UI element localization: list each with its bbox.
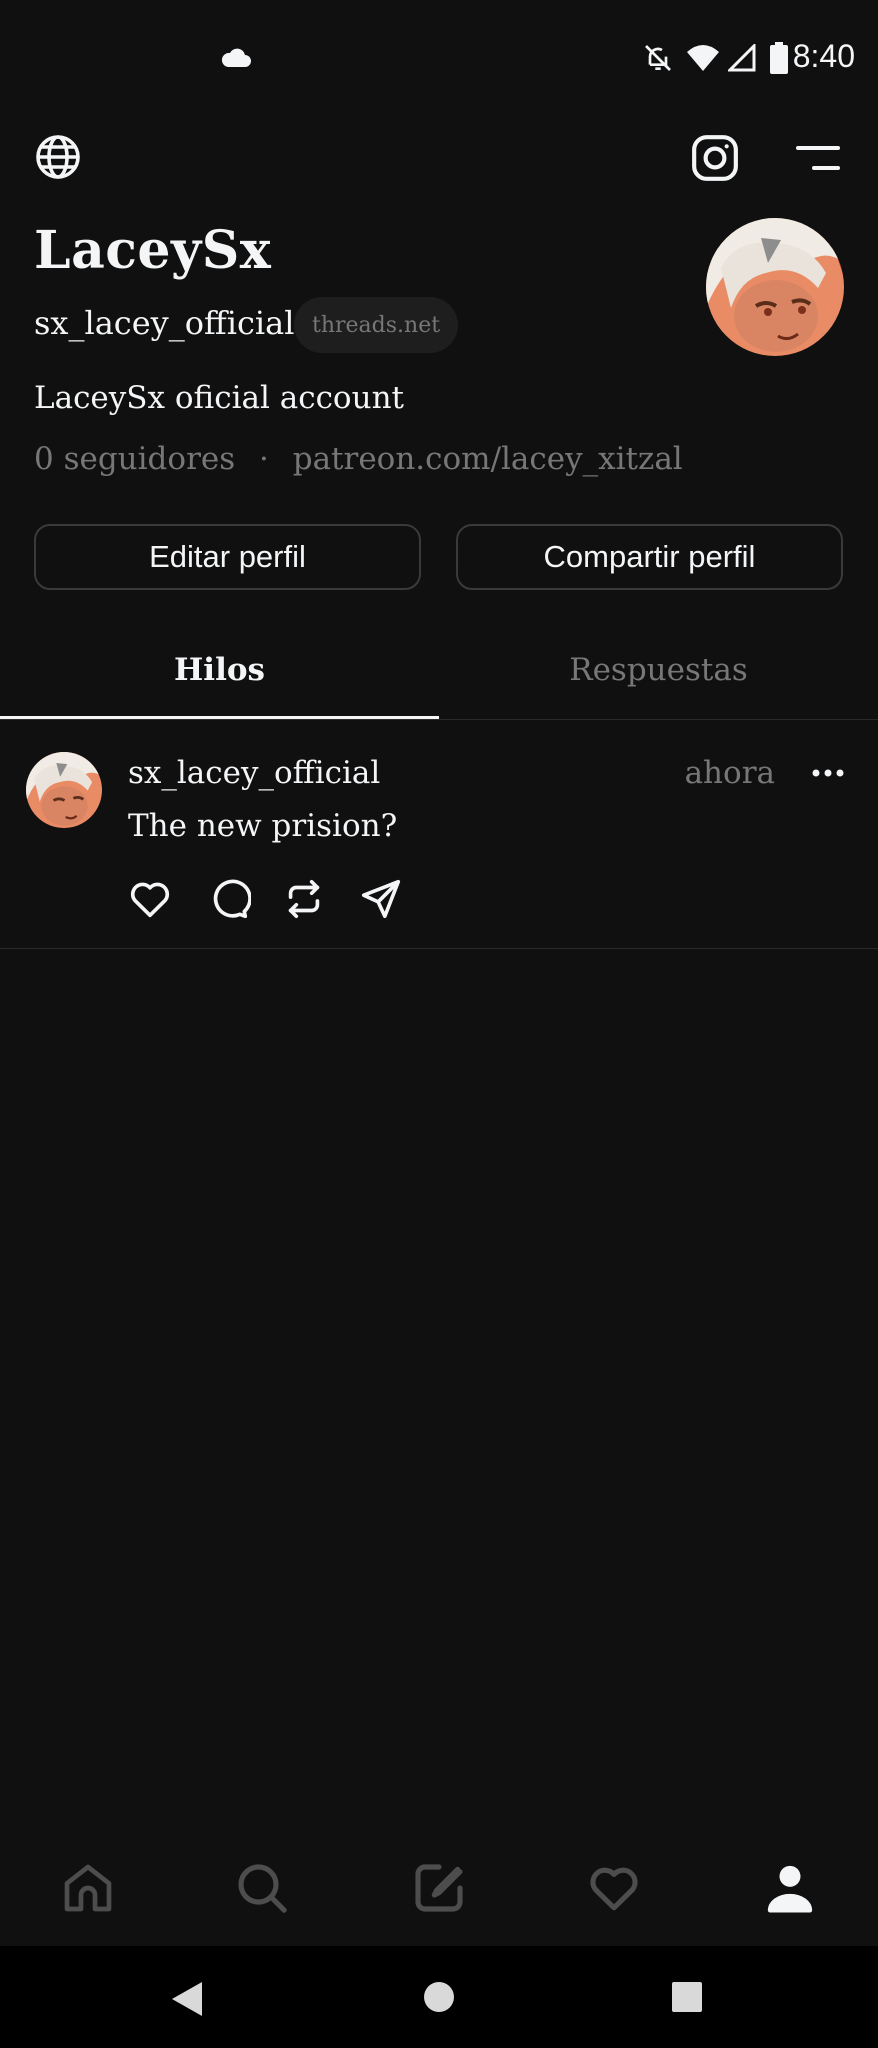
profile-handle: sx_lacey_official: [34, 304, 295, 342]
more-options-icon[interactable]: [808, 758, 848, 788]
post-divider: [0, 948, 878, 949]
edit-profile-button[interactable]: Editar perfil: [34, 524, 421, 590]
tab-respuestas[interactable]: Respuestas: [439, 640, 878, 700]
back-icon[interactable]: [170, 1980, 204, 2022]
status-bar: 8:40: [0, 0, 878, 110]
heart-icon[interactable]: [127, 876, 173, 922]
profile-link[interactable]: patreon.com/lacey_xitzal: [293, 441, 683, 477]
globe-icon[interactable]: [34, 133, 82, 181]
cloud-icon: [220, 48, 252, 72]
share-icon[interactable]: [358, 876, 404, 922]
bell-off-icon: [642, 42, 674, 78]
profile-name: LaceySx: [34, 220, 272, 281]
search-icon[interactable]: [232, 1858, 292, 1918]
post-username[interactable]: sx_lacey_official: [128, 755, 380, 791]
battery-icon: [770, 42, 788, 78]
system-navigation-bar: [0, 1946, 878, 2048]
tab-hilos[interactable]: Hilos: [0, 640, 439, 700]
instagram-icon[interactable]: [690, 133, 740, 183]
tab-divider: [0, 719, 878, 720]
menu-icon[interactable]: [794, 140, 842, 176]
post-timestamp: ahora: [684, 755, 775, 791]
followers-count[interactable]: 0 seguidores: [34, 441, 235, 477]
profile-icon[interactable]: [760, 1858, 820, 1918]
signal-icon: [726, 42, 756, 76]
home-icon[interactable]: [58, 1858, 118, 1918]
status-time: 8:40: [792, 38, 855, 74]
recents-icon[interactable]: [671, 1981, 703, 2017]
domain-badge[interactable]: threads.net: [294, 297, 459, 353]
activity-heart-icon[interactable]: [584, 1858, 644, 1918]
post-text: The new prision?: [128, 808, 398, 844]
post-avatar[interactable]: [26, 752, 102, 828]
profile-meta: 0 seguidores · patreon.com/lacey_xitzal: [34, 441, 683, 477]
profile-bio: LaceySx oficial account: [34, 380, 404, 416]
repost-icon[interactable]: [281, 876, 327, 922]
avatar[interactable]: [706, 218, 844, 356]
compose-icon[interactable]: [409, 1858, 469, 1918]
share-profile-button[interactable]: Compartir perfil: [456, 524, 843, 590]
home-circle-icon[interactable]: [423, 1981, 455, 2017]
wifi-icon: [686, 44, 720, 76]
meta-separator: ·: [259, 441, 269, 477]
comment-icon[interactable]: [205, 876, 252, 922]
